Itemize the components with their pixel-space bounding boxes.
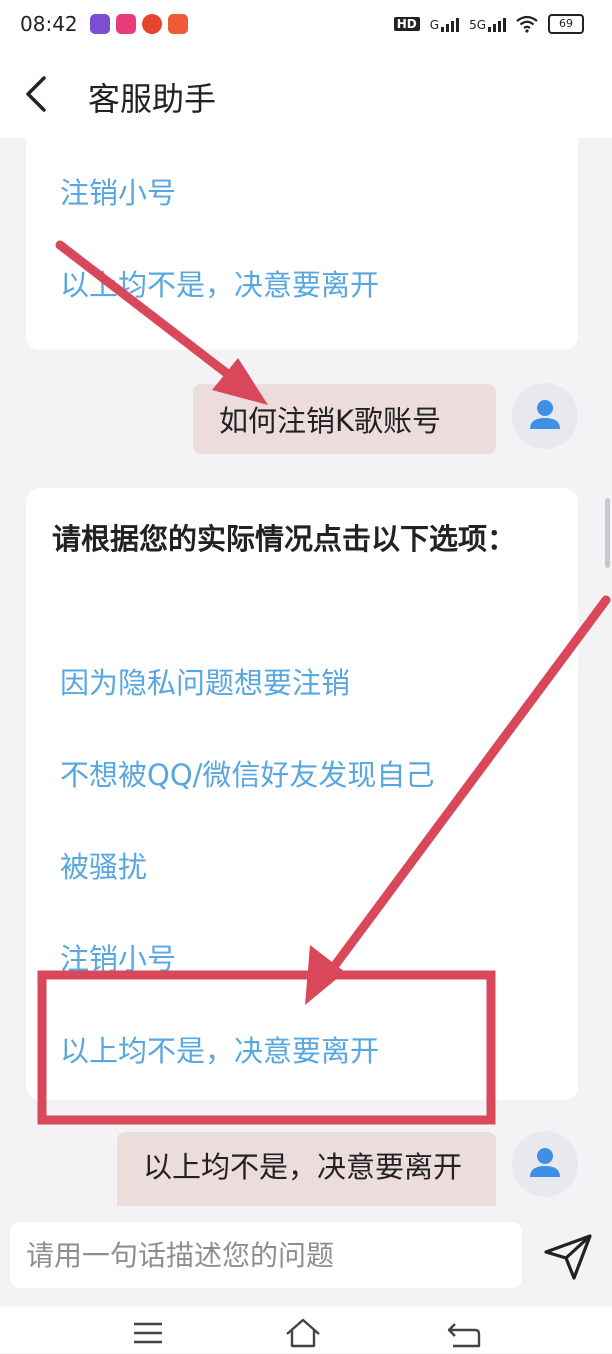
user-avatar bbox=[512, 1131, 578, 1197]
back-button[interactable] bbox=[16, 72, 60, 116]
status-bar: 08:42 HD G 5G 69 bbox=[0, 0, 612, 50]
menu-button[interactable] bbox=[128, 1314, 168, 1350]
user-avatar bbox=[512, 383, 578, 449]
menu-icon bbox=[134, 1322, 162, 1344]
app-notification-icon-3 bbox=[142, 14, 162, 34]
paper-plane-icon bbox=[544, 1234, 592, 1280]
header: 客服助手 bbox=[0, 50, 612, 138]
home-button[interactable] bbox=[283, 1314, 323, 1350]
option-link-cancel-alt-account[interactable]: 注销小号 bbox=[60, 936, 176, 978]
status-indicators: HD G 5G 69 bbox=[393, 14, 584, 34]
back-nav-button[interactable] bbox=[445, 1314, 485, 1350]
input-area bbox=[0, 1206, 612, 1306]
user-message-bubble: 如何注销K歌账号 bbox=[193, 384, 496, 454]
option-link-harassment[interactable]: 被骚扰 bbox=[60, 844, 147, 886]
option-link-none-of-above[interactable]: 以上均不是，决意要离开 bbox=[60, 1028, 379, 1070]
signal-bars-icon bbox=[441, 16, 460, 32]
user-message-bubble: 以上均不是，决意要离开 bbox=[117, 1132, 496, 1206]
home-icon bbox=[286, 1318, 320, 1348]
app-notification-icon-4 bbox=[168, 14, 188, 34]
app-notification-icon-1 bbox=[90, 14, 110, 34]
status-time: 08:42 bbox=[20, 12, 78, 36]
user-avatar-icon bbox=[530, 400, 560, 429]
bot-message-card: 请根据您的实际情况点击以下选项： 因为隐私问题想要注销 不想被QQ/微信好友发现… bbox=[26, 488, 578, 1100]
options-prompt: 请根据您的实际情况点击以下选项： bbox=[52, 522, 517, 556]
signal-g-indicator: G bbox=[430, 16, 460, 32]
app-notification-icon-2 bbox=[116, 14, 136, 34]
chat-message-list[interactable]: 注销小号 以上均不是，决意要离开 如何注销K歌账号 请根据您的实际情况点击以下选… bbox=[0, 138, 612, 1206]
send-button[interactable] bbox=[540, 1228, 596, 1284]
page-title: 客服助手 bbox=[88, 80, 217, 118]
chevron-left-icon bbox=[26, 76, 46, 112]
question-input[interactable] bbox=[10, 1222, 522, 1288]
system-nav-bar bbox=[0, 1306, 612, 1353]
option-link-privacy[interactable]: 因为隐私问题想要注销 bbox=[60, 660, 350, 702]
signal-5g-indicator: 5G bbox=[469, 16, 506, 32]
scrollbar[interactable] bbox=[605, 498, 610, 568]
return-icon bbox=[447, 1323, 481, 1348]
option-link-cancel-alt-account[interactable]: 注销小号 bbox=[60, 170, 176, 212]
bot-message-card: 注销小号 以上均不是，决意要离开 bbox=[26, 138, 578, 350]
wifi-icon bbox=[516, 15, 538, 33]
option-link-none-of-above[interactable]: 以上均不是，决意要离开 bbox=[60, 262, 379, 304]
user-avatar-icon bbox=[530, 1148, 560, 1177]
battery-indicator: 69 bbox=[548, 14, 584, 34]
signal-bars-icon bbox=[488, 16, 506, 32]
hd-indicator: HD bbox=[393, 17, 420, 31]
option-link-hide-from-friends[interactable]: 不想被QQ/微信好友发现自己 bbox=[60, 752, 434, 794]
